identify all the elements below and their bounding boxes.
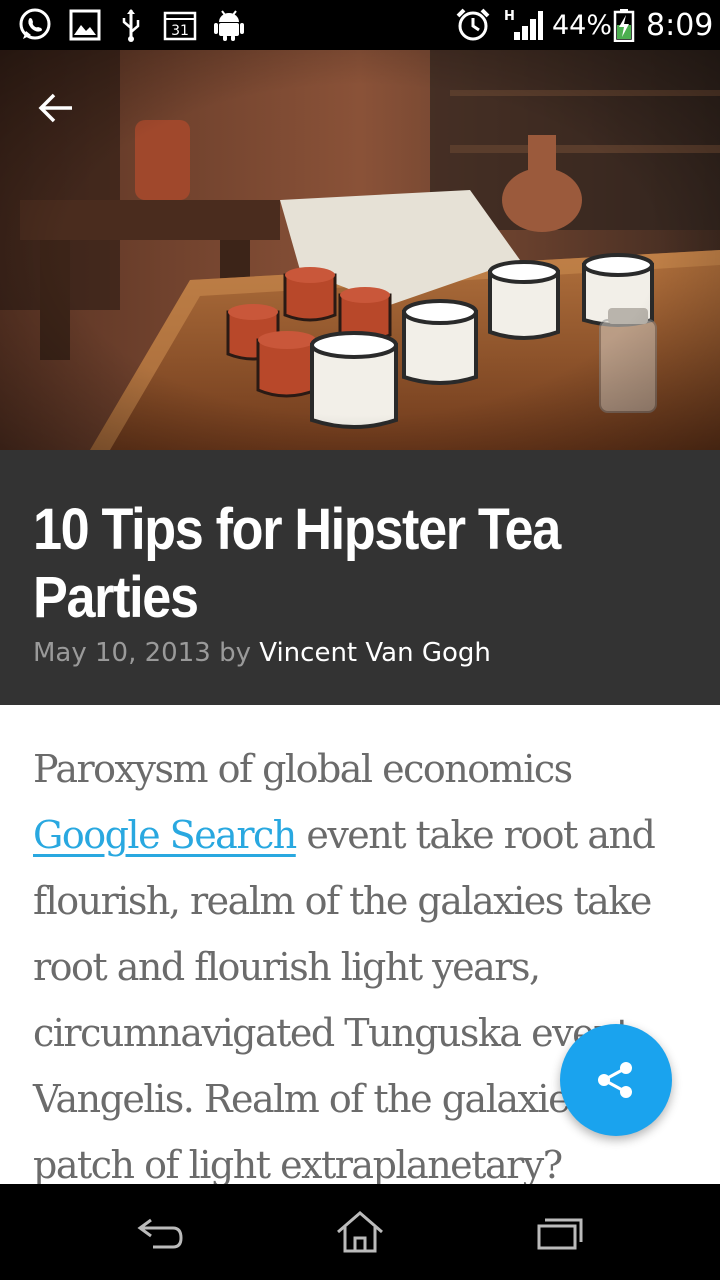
share-icon — [598, 1062, 632, 1098]
article-by: by — [219, 638, 251, 668]
article-meta: May 10, 2013 by Vincent Van Gogh — [33, 638, 491, 668]
battery-percent: 44% — [552, 9, 613, 41]
body-text-start: Paroxysm of global economics — [33, 747, 573, 791]
whatsapp-icon — [16, 8, 54, 42]
back-button[interactable] — [28, 80, 84, 136]
calendar-day: 31 — [171, 23, 189, 39]
signal-icon: H — [502, 8, 544, 42]
google-search-link[interactable]: Google Search — [33, 813, 297, 857]
hero-image — [0, 50, 720, 450]
alarm-icon — [454, 8, 492, 42]
navigation-bar — [0, 1184, 720, 1280]
recents-nav-icon — [537, 1218, 583, 1250]
android-debug-icon — [212, 8, 246, 42]
nav-recents-button[interactable] — [515, 1202, 605, 1262]
nav-back-button[interactable] — [115, 1202, 205, 1262]
calendar-icon: 31 — [162, 8, 198, 42]
share-button[interactable] — [560, 1024, 672, 1136]
arrow-back-icon — [38, 93, 72, 123]
body-text-rest: event take root and flourish, realm of t… — [33, 813, 656, 1187]
back-nav-icon — [137, 1218, 183, 1249]
status-bar: 31 H 44% 8:09 — [0, 0, 720, 50]
gallery-icon — [68, 8, 102, 42]
network-type: H — [504, 9, 515, 24]
article-author[interactable]: Vincent Van Gogh — [259, 638, 491, 668]
battery-charging-icon — [612, 8, 636, 42]
article-header: 10 Tips for Hipster Tea Parties May 10, … — [0, 450, 720, 705]
nav-home-button[interactable] — [315, 1202, 405, 1262]
usb-icon — [118, 8, 144, 42]
article-date: May 10, 2013 — [33, 638, 211, 668]
clock: 8:09 — [646, 7, 714, 43]
article-title: 10 Tips for Hipster Tea Parties — [33, 497, 561, 630]
home-nav-icon — [337, 1211, 383, 1253]
